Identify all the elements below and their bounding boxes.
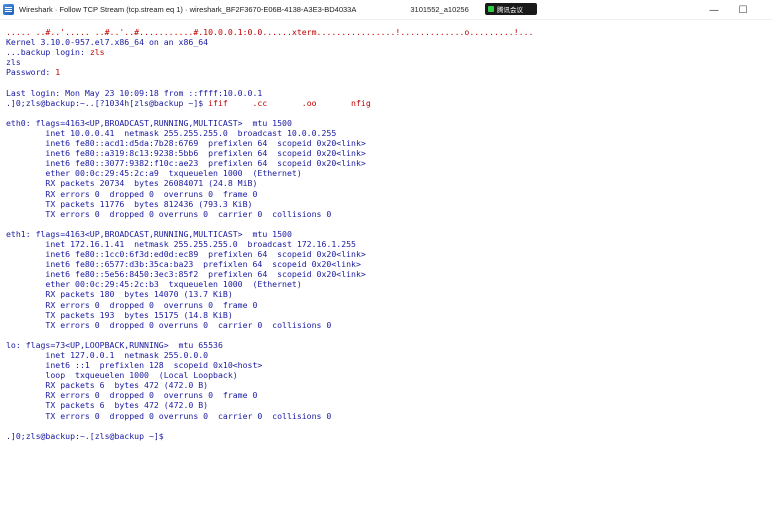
stream-line: RX errors 0 dropped 0 overruns 0 frame 0 bbox=[6, 300, 772, 310]
server-text: Kernel 3.10.0-957.el7.x86_64 on an x86_6… bbox=[6, 37, 209, 48]
server-text: TX packets 193 bytes 15175 (14.8 KiB) bbox=[6, 309, 233, 320]
server-text: RX packets 180 bytes 14070 (13.7 KiB) bbox=[6, 289, 233, 300]
client-text: zls bbox=[89, 47, 105, 58]
stream-line: ether 00:0c:29:45:2c:a9 txqueuelen 1000 … bbox=[6, 168, 772, 178]
stream-line bbox=[6, 330, 772, 340]
stream-line: TX packets 11776 bytes 812436 (793.3 KiB… bbox=[6, 199, 772, 209]
server-text: inet6 fe80::acd1:d5da:7b28:6769 prefixle… bbox=[6, 138, 366, 149]
server-text: .]0;zls@backup:~.[zls@backup ~]$ bbox=[6, 430, 164, 441]
stream-line: inet 127.0.0.1 netmask 255.0.0.0 bbox=[6, 350, 772, 360]
server-text: TX errors 0 dropped 0 overruns 0 carrier… bbox=[6, 319, 332, 330]
stream-line bbox=[6, 421, 772, 431]
window-titlebar: Wireshark · Follow TCP Stream (tcp.strea… bbox=[0, 0, 772, 20]
server-text: TX packets 11776 bytes 812436 (793.3 KiB… bbox=[6, 198, 253, 209]
server-text: inet 172.16.1.41 netmask 255.255.255.0 b… bbox=[6, 238, 356, 249]
server-text: inet6 ::1 prefixlen 128 scopeid 0x10<hos… bbox=[6, 360, 263, 371]
server-text: .]0;zls@backup:~..[?1034h[zls@backup ~]$ bbox=[6, 97, 209, 108]
stream-line: inet6 fe80::3077:9382:f10c:ae23 prefixle… bbox=[6, 158, 772, 168]
stream-line: Last login: Mon May 23 10:09:18 from ::f… bbox=[6, 88, 772, 98]
stream-line: ...backup login: zls bbox=[6, 47, 772, 57]
server-text: RX packets 20734 bytes 26084071 (24.8 Mi… bbox=[6, 178, 258, 189]
server-text: TX packets 6 bytes 472 (472.0 B) bbox=[6, 400, 209, 411]
meeting-status-icon bbox=[488, 6, 494, 12]
server-text: lo: flags=73<UP,LOOPBACK,RUNNING> mtu 65… bbox=[6, 339, 223, 350]
stream-line: lo: flags=73<UP,LOOPBACK,RUNNING> mtu 65… bbox=[6, 340, 772, 350]
server-text: RX errors 0 dropped 0 overruns 0 frame 0 bbox=[6, 390, 258, 401]
stream-line bbox=[6, 219, 772, 229]
stream-line: eth0: flags=4163<UP,BROADCAST,RUNNING,MU… bbox=[6, 118, 772, 128]
server-text: inet6 fe80::a319:8c13:9238:5bb6 prefixle… bbox=[6, 148, 366, 159]
wireshark-icon bbox=[3, 4, 14, 15]
server-text: eth1: flags=4163<UP,BROADCAST,RUNNING,MU… bbox=[6, 228, 292, 239]
stream-line: .]0;zls@backup:~.[zls@backup ~]$ bbox=[6, 431, 772, 441]
server-text: zls bbox=[6, 57, 21, 68]
stream-line: inet6 ::1 prefixlen 128 scopeid 0x10<hos… bbox=[6, 360, 772, 370]
server-text: inet6 fe80::6577:d3b:35ca:ba23 prefixlen… bbox=[6, 259, 361, 270]
client-text: 1 bbox=[55, 67, 61, 78]
server-text: inet 10.0.0.41 netmask 255.255.255.0 bro… bbox=[6, 127, 337, 138]
minimize-button[interactable]: — bbox=[701, 0, 727, 20]
stream-line: TX packets 6 bytes 472 (472.0 B) bbox=[6, 400, 772, 410]
stream-line: RX errors 0 dropped 0 overruns 0 frame 0 bbox=[6, 390, 772, 400]
server-text: ether 00:0c:29:45:2c:b3 txqueuelen 1000 … bbox=[6, 279, 302, 290]
stream-line: TX errors 0 dropped 0 overruns 0 carrier… bbox=[6, 320, 772, 330]
stream-line: loop txqueuelen 1000 (Local Loopback) bbox=[6, 370, 772, 380]
stream-line: TX packets 193 bytes 15175 (14.8 KiB) bbox=[6, 310, 772, 320]
stream-line: inet6 fe80::5e56:8450:3ec3:85f2 prefixle… bbox=[6, 269, 772, 279]
stream-line: zls bbox=[6, 57, 772, 67]
stream-line: inet6 fe80::1cc0:6f3d:ed0d:ec89 prefixle… bbox=[6, 249, 772, 259]
stream-line: Kernel 3.10.0-957.el7.x86_64 on an x86_6… bbox=[6, 37, 772, 47]
stream-line: Password: 1 bbox=[6, 67, 772, 77]
stream-line: inet6 fe80::a319:8c13:9238:5bb6 prefixle… bbox=[6, 148, 772, 158]
stream-line: RX packets 180 bytes 14070 (13.7 KiB) bbox=[6, 289, 772, 299]
stream-line: TX errors 0 dropped 0 overruns 0 carrier… bbox=[6, 411, 772, 421]
stream-line: .]0;zls@backup:~..[?1034h[zls@backup ~]$… bbox=[6, 98, 772, 108]
stream-line: RX errors 0 dropped 0 overruns 0 frame 0 bbox=[6, 189, 772, 199]
stream-line: RX packets 20734 bytes 26084071 (24.8 Mi… bbox=[6, 178, 772, 188]
stream-line: inet6 fe80::acd1:d5da:7b28:6769 prefixle… bbox=[6, 138, 772, 148]
server-text: RX packets 6 bytes 472 (472.0 B) bbox=[6, 380, 209, 391]
meeting-overlay-badge[interactable]: 腾讯会议 bbox=[485, 3, 537, 15]
window-title-suffix: 3101552_a10256 bbox=[410, 5, 469, 14]
meeting-overlay-label: 腾讯会议 bbox=[497, 6, 523, 14]
stream-line: ..... ..#..'..... ..#..'..#...........#.… bbox=[6, 27, 772, 37]
server-text: ether 00:0c:29:45:2c:a9 txqueuelen 1000 … bbox=[6, 168, 302, 179]
server-text: eth0: flags=4163<UP,BROADCAST,RUNNING,MU… bbox=[6, 117, 292, 128]
server-text: ...backup login: bbox=[6, 47, 90, 58]
server-text: RX errors 0 dropped 0 overruns 0 frame 0 bbox=[6, 299, 258, 310]
stream-line: RX packets 6 bytes 472 (472.0 B) bbox=[6, 380, 772, 390]
server-text: loop txqueuelen 1000 (Local Loopback) bbox=[6, 370, 238, 381]
maximize-button[interactable]: ☐ bbox=[730, 0, 756, 20]
window-title: Wireshark · Follow TCP Stream (tcp.strea… bbox=[19, 5, 357, 14]
stream-line: inet 10.0.0.41 netmask 255.255.255.0 bro… bbox=[6, 128, 772, 138]
stream-line: eth1: flags=4163<UP,BROADCAST,RUNNING,MU… bbox=[6, 229, 772, 239]
stream-line: TX errors 0 dropped 0 overruns 0 carrier… bbox=[6, 209, 772, 219]
client-text: ifif .cc .oo nfig bbox=[208, 97, 371, 108]
server-text: TX errors 0 dropped 0 overruns 0 carrier… bbox=[6, 208, 332, 219]
tcp-stream-content[interactable]: ..... ..#..'..... ..#..'..#...........#.… bbox=[6, 27, 772, 441]
stream-line bbox=[6, 77, 772, 87]
server-text: inet 127.0.0.1 netmask 255.0.0.0 bbox=[6, 350, 209, 360]
server-text: Last login: Mon May 23 10:09:18 from ::f… bbox=[6, 87, 263, 98]
stream-line: inet 172.16.1.41 netmask 255.255.255.0 b… bbox=[6, 239, 772, 249]
server-text: inet6 fe80::3077:9382:f10c:ae23 prefixle… bbox=[6, 158, 366, 169]
server-text: inet6 fe80::1cc0:6f3d:ed0d:ec89 prefixle… bbox=[6, 249, 366, 260]
server-text: TX errors 0 dropped 0 overruns 0 carrier… bbox=[6, 410, 332, 421]
stream-line: ether 00:0c:29:45:2c:b3 txqueuelen 1000 … bbox=[6, 279, 772, 289]
client-text: ..... ..#..'..... ..#..'..#...........#.… bbox=[6, 27, 534, 37]
server-text: Password: bbox=[6, 67, 56, 78]
stream-line: inet6 fe80::6577:d3b:35ca:ba23 prefixlen… bbox=[6, 259, 772, 269]
server-text: RX errors 0 dropped 0 overruns 0 frame 0 bbox=[6, 188, 258, 199]
stream-line bbox=[6, 108, 772, 118]
server-text: inet6 fe80::5e56:8450:3ec3:85f2 prefixle… bbox=[6, 269, 366, 280]
